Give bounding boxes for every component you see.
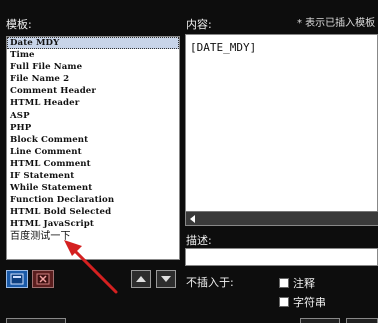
delete-template-icon [36, 273, 50, 285]
content-editor[interactable]: [DATE_MDY] [185, 34, 378, 226]
delete-template-button[interactable] [32, 270, 54, 288]
move-up-button[interactable] [131, 270, 151, 288]
content-text: [DATE_MDY] [190, 41, 257, 54]
template-item-while-statement[interactable]: While Statement [7, 182, 179, 194]
template-item-if-statement[interactable]: IF Statement [7, 170, 179, 182]
template-item-html-bold-selected[interactable]: HTML Bold Selected [7, 206, 179, 218]
move-up-icon [136, 276, 146, 282]
inserted-note: * 表示已插入模板 [297, 18, 376, 29]
template-list[interactable]: Date MDY Time Full File Name File Name 2… [6, 36, 180, 260]
string-checkbox-row[interactable]: 字符串 [279, 295, 326, 309]
template-item-line-comment[interactable]: Line Comment [7, 146, 179, 158]
template-item-html-javascript[interactable]: HTML JavaScript [7, 218, 179, 230]
string-checkbox-label: 字符串 [293, 296, 326, 309]
bottom-button-right[interactable] [346, 318, 378, 323]
comment-checkbox-label: 注释 [293, 277, 315, 290]
string-checkbox[interactable] [279, 297, 289, 307]
template-item-time[interactable]: Time [7, 49, 179, 61]
template-item-block-comment[interactable]: Block Comment [7, 134, 179, 146]
content-horizontal-scrollbar[interactable] [186, 211, 378, 225]
template-item-comment-header[interactable]: Comment Header [7, 85, 179, 97]
template-item-asp[interactable]: ASP [7, 110, 179, 122]
bottom-button-middle[interactable] [300, 318, 340, 323]
move-down-button[interactable] [156, 270, 176, 288]
template-item-custom[interactable]: 百度测试一下 [7, 231, 179, 243]
move-down-icon [161, 276, 171, 282]
templates-label: 模板: [6, 18, 32, 31]
bottom-button-left[interactable] [6, 318, 66, 323]
template-item-file-name-2[interactable]: File Name 2 [7, 73, 179, 85]
comment-checkbox[interactable] [279, 278, 289, 288]
new-template-button[interactable] [6, 270, 28, 288]
template-item-date-mdy[interactable]: Date MDY [7, 37, 179, 50]
description-input[interactable] [185, 248, 378, 266]
scroll-left-icon[interactable] [190, 215, 195, 223]
template-item-function-declaration[interactable]: Function Declaration [7, 194, 179, 206]
template-item-full-file-name[interactable]: Full File Name [7, 61, 179, 73]
template-item-html-comment[interactable]: HTML Comment [7, 158, 179, 170]
comment-checkbox-row[interactable]: 注释 [279, 276, 315, 290]
template-item-php[interactable]: PHP [7, 122, 179, 134]
description-label: 描述: [186, 234, 212, 247]
template-item-html-header[interactable]: HTML Header [7, 97, 179, 109]
new-template-icon [10, 273, 24, 285]
no-insert-label: 不插入于: [186, 276, 234, 289]
content-label: 内容: [186, 18, 212, 31]
